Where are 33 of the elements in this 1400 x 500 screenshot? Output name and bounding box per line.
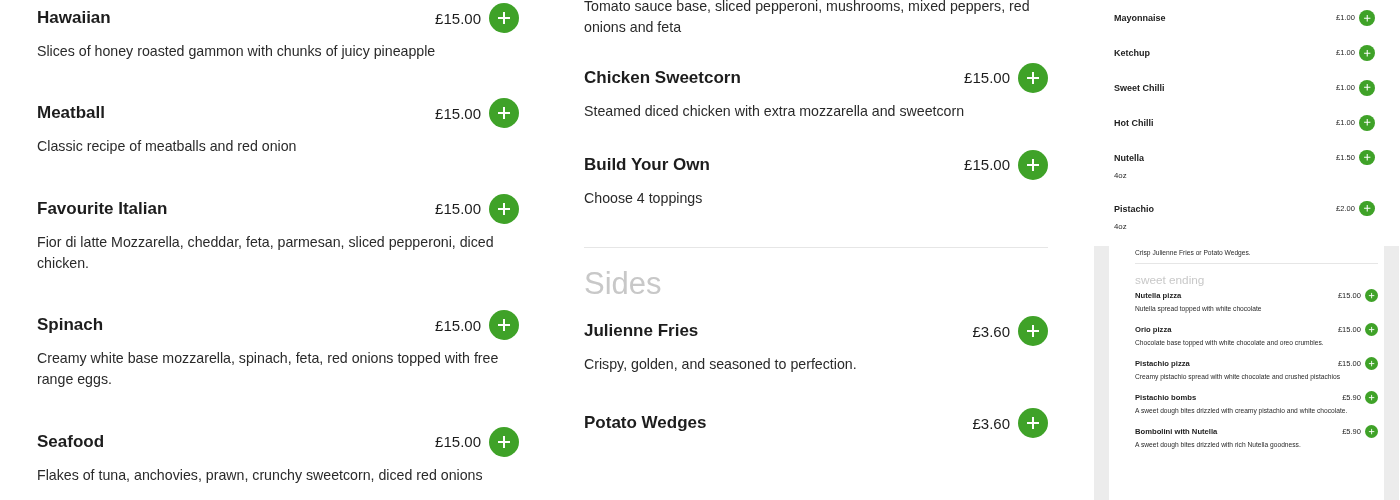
item-description: Steamed diced chicken with extra mozzarella and sweetcorn (584, 101, 966, 121)
item-description: Slices of honey roasted gammon with chunks of juicy pineapple (37, 42, 437, 61)
item-description: Creamy white base mozzarella, spinach, feta, red onions topped with free range eggs. (37, 349, 500, 390)
item-name: Hawaiian (37, 8, 111, 28)
item-name: Pistachio (1114, 203, 1154, 214)
item-name: Ketchup (1114, 47, 1150, 58)
item-description: Choose 4 toppings (584, 188, 704, 208)
item-description: Flakes of tuna, anchovies, prawn, crunchy sweetcorn, diced red onions (37, 465, 484, 485)
item-name: Sweet Chilli (1114, 82, 1165, 93)
item-name: Chicken Sweetcorn (584, 67, 741, 88)
item-price: £15.00 (435, 433, 481, 451)
item-price: £3.60 (972, 322, 1010, 340)
item-name: Mayonnaise (1114, 12, 1166, 23)
item-name: Spinach (37, 315, 104, 336)
item-name: Julienne Fries (584, 321, 699, 342)
item-name: Favourite Italian (37, 198, 168, 219)
item-price: £15.00 (964, 69, 1010, 87)
item-description: Tomato sauce base, sliced pepperoni, mushrooms, mixed peppers, red onions and feta (584, 0, 1031, 38)
item-name: Seafood (37, 431, 105, 452)
item-name: Hot Chilli (1114, 117, 1154, 128)
item-price: £15.00 (435, 9, 481, 27)
item-price: £15.00 (964, 156, 1010, 174)
item-price: £15.00 (435, 316, 481, 334)
item-name: Build Your Own (584, 154, 710, 175)
item-price: £15.00 (435, 200, 481, 218)
item-name: Potato Wedges (584, 413, 707, 434)
item-price: £3.60 (972, 415, 1010, 432)
item-description: Classic recipe of meatballs and red onion (37, 137, 298, 157)
item-description: Fior di latte Mozzarella, cheddar, feta, parmesan, sliced pepperoni, diced chicken. (37, 232, 495, 273)
item-name: Nutella (1114, 152, 1144, 163)
item-price: £15.00 (435, 104, 481, 122)
item-description: Crispy, golden, and seasoned to perfection. (584, 355, 858, 375)
item-name: Meatball (37, 103, 106, 124)
